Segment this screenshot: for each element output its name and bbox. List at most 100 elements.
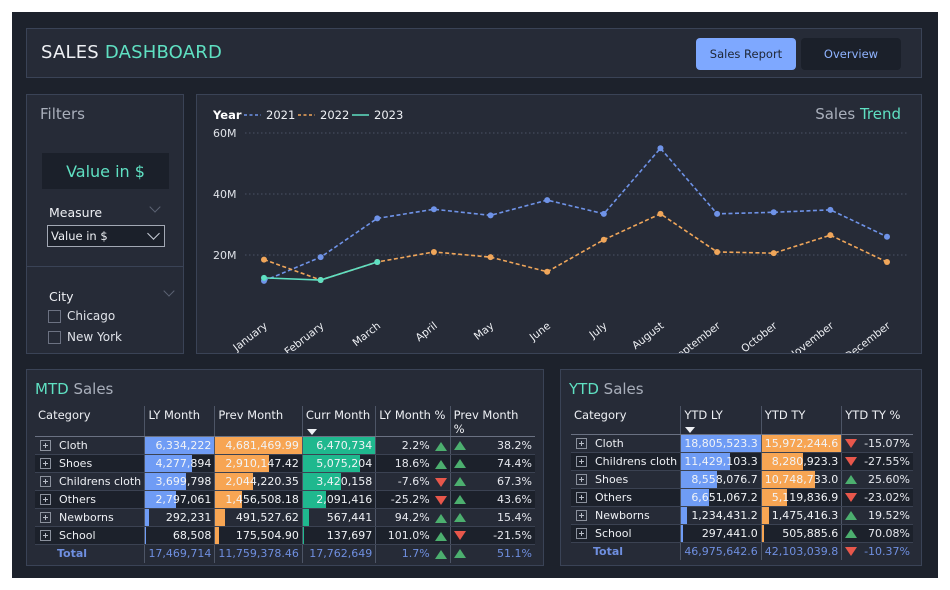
data-bar (302, 509, 310, 526)
expand-plus-icon[interactable] (40, 476, 51, 487)
ytd-title-rest: Sales (603, 380, 644, 398)
category-cell[interactable]: School (35, 526, 145, 545)
value-text: 292,231 (165, 511, 212, 524)
prev-month-pct-cell: -21.5% (449, 526, 535, 545)
category-cell[interactable]: Newborns (571, 506, 681, 525)
city-option-chicago[interactable]: Chicago (48, 309, 115, 323)
value-text: 18,805,523.3 (684, 436, 758, 450)
category-cell[interactable]: Shoes (571, 470, 681, 489)
table-row[interactable]: School 68,508 175,504.90 137,697 101.0% -21.5… (35, 526, 535, 545)
pct-wrap: -15.07% (845, 437, 910, 450)
expand-plus-icon[interactable] (40, 512, 51, 523)
col-header-prev-month[interactable]: Prev Month (214, 406, 303, 437)
checkbox-icon[interactable] (48, 330, 61, 344)
trend-down-icon (845, 438, 858, 448)
value-text: 1,234,431.2 (691, 508, 758, 522)
category-label: Newborns (595, 508, 650, 522)
data-point-2021 (544, 197, 551, 204)
trend-up-icon (434, 549, 447, 559)
total-ly-pct-cell: 1.7% (375, 544, 451, 563)
col-header-ly-month[interactable]: LY Month (144, 406, 215, 437)
table-row[interactable]: Newborns 1,234,431.2 1,475,416.3 19.52% (571, 506, 913, 525)
trend-down-icon (845, 492, 858, 502)
col-header-ytd-ty-pct[interactable]: YTD TY % (841, 406, 913, 435)
col-header-category[interactable]: Category (571, 406, 681, 435)
expand-plus-icon[interactable] (576, 437, 587, 449)
checkbox-icon[interactable] (48, 309, 61, 323)
col-header-curr-month[interactable]: Curr Month (301, 406, 376, 437)
total-label: Total (571, 542, 681, 560)
expand-plus-icon[interactable] (576, 455, 587, 467)
pct-text: 94.2% (394, 511, 430, 524)
category-label: School (59, 529, 96, 542)
table-row[interactable]: Shoes 4,277,894 2,910,147.42 5,075,204 18.6%… (35, 454, 535, 473)
expand-plus-icon[interactable] (576, 491, 587, 503)
table-row[interactable]: Cloth 18,805,523.3 15,972,244.6 -15.07% (571, 434, 913, 453)
col-header-prev-month-pct[interactable]: Prev Month % (449, 406, 535, 437)
pct-wrap: -23.02% (845, 491, 910, 504)
x-tick-label: November (786, 319, 837, 353)
expand-plus-icon[interactable] (576, 527, 587, 539)
filters-panel: Filters Value in $ Measure Value in $ Ci… (26, 94, 184, 354)
value-cell: 8,558,076.7 (680, 470, 762, 489)
city-collapse-chevron-icon[interactable] (163, 285, 175, 297)
sales-report-button[interactable]: Sales Report (696, 38, 796, 70)
data-point-2022 (600, 236, 607, 243)
expand-plus-icon[interactable] (40, 530, 51, 541)
data-point-2022 (770, 250, 777, 257)
measure-collapse-chevron-icon[interactable] (149, 201, 161, 213)
category: Cloth (38, 439, 141, 452)
category-cell[interactable]: Newborns (35, 508, 145, 527)
measure-label: Measure (49, 205, 103, 220)
pct-text: 43.6% (497, 493, 532, 506)
value-text: 6,651,067.2 (691, 490, 758, 504)
expand-plus-icon[interactable] (40, 458, 51, 469)
trend-up-icon (434, 459, 447, 469)
category: School (38, 529, 141, 542)
expand-plus-icon[interactable] (40, 440, 51, 451)
col-header-ytd-ty[interactable]: YTD TY (760, 406, 842, 435)
value-text: 2,044,220.35 (225, 475, 299, 488)
trend-up-icon (434, 441, 447, 451)
dashboard-frame: SALES DASHBOARD Sales Report Overview Fi… (12, 12, 938, 578)
data-bar (761, 506, 770, 524)
category-cell[interactable]: School (571, 524, 681, 543)
value-cell: 4,681,469.99 (214, 436, 303, 455)
category-cell[interactable]: Cloth (35, 436, 145, 455)
table-row[interactable]: Cloth 6,334,222 4,681,469.99 6,470,734 2.2% 3… (35, 436, 535, 455)
table-row[interactable]: School 297,441.0 505,885.6 70.08% (571, 524, 913, 543)
ytd-title: YTD Sales (569, 380, 644, 398)
table-row[interactable]: Newborns 292,231 491,527.62 567,441 94.2% 15.… (35, 508, 535, 527)
table-row[interactable]: Childrens cloth 3,699,798 2,044,220.35 3,42… (35, 472, 535, 491)
x-tick-label: January (230, 320, 270, 353)
table-row[interactable]: Shoes 8,558,076.7 10,748,733.0 25.60% (571, 470, 913, 489)
city-label: City (49, 289, 74, 304)
chevron-down-icon (147, 227, 160, 240)
expand-plus-icon[interactable] (40, 494, 51, 505)
ytd-pct-cell: 19.52% (841, 506, 913, 525)
category-cell[interactable]: Childrens cloth (571, 452, 681, 471)
category-cell[interactable]: Others (571, 488, 681, 507)
table-row[interactable]: Others 6,651,067.2 5,119,836.9 -23.02% (571, 488, 913, 507)
table-row[interactable]: Others 2,797,061 1,456,508.18 2,091,416 -25.… (35, 490, 535, 509)
category-cell[interactable]: Cloth (571, 434, 681, 453)
col-header-ly-month-pct[interactable]: LY Month % (375, 406, 451, 437)
category-cell[interactable]: Shoes (35, 454, 145, 473)
value-cell: 8,280,923.3 (760, 452, 842, 471)
col-header-ytd-ly[interactable]: YTD LY (680, 406, 762, 435)
table-row[interactable]: Childrens cloth 11,429,103.3 8,280,923.3 -2… (571, 452, 913, 471)
value-cell: 5,119,836.9 (760, 488, 842, 507)
expand-plus-icon[interactable] (576, 473, 587, 485)
overview-button[interactable]: Overview (801, 38, 901, 70)
measure-dropdown[interactable]: Value in $ (47, 225, 165, 247)
col-header-category[interactable]: Category (35, 406, 145, 437)
x-tick-label: June (527, 320, 553, 344)
title-accent: DASHBOARD (104, 42, 223, 63)
city-option-new-york[interactable]: New York (48, 330, 122, 344)
category-label: Cloth (595, 436, 624, 450)
pct-wrap: 74.4% (453, 457, 532, 470)
category-cell[interactable]: Others (35, 490, 145, 509)
expand-plus-icon[interactable] (576, 509, 587, 521)
ly-month-pct-cell: 101.0% (375, 526, 451, 545)
category-cell[interactable]: Childrens cloth (35, 472, 145, 491)
